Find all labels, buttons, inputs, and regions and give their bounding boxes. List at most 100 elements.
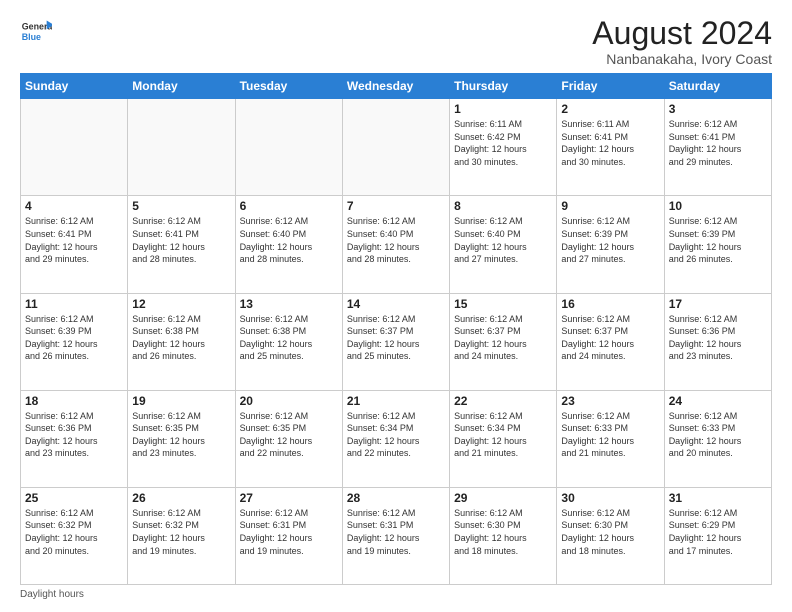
- day-number: 21: [347, 394, 445, 408]
- day-number: 3: [669, 102, 767, 116]
- table-row: 21 Sunrise: 6:12 AMSunset: 6:34 PMDayligh…: [342, 390, 449, 487]
- day-info: Sunrise: 6:12 AMSunset: 6:40 PMDaylight:…: [240, 215, 338, 265]
- day-number: 28: [347, 491, 445, 505]
- day-info: Sunrise: 6:12 AMSunset: 6:35 PMDaylight:…: [240, 410, 338, 460]
- header: General Blue General Blue August 2024 Na…: [20, 16, 772, 67]
- day-number: 9: [561, 199, 659, 213]
- table-row: 9 Sunrise: 6:12 AMSunset: 6:39 PMDaylight…: [557, 196, 664, 293]
- day-number: 7: [347, 199, 445, 213]
- svg-text:Blue: Blue: [22, 32, 41, 42]
- day-info: Sunrise: 6:12 AMSunset: 6:41 PMDaylight:…: [25, 215, 123, 265]
- calendar-header-row: Sunday Monday Tuesday Wednesday Thursday…: [21, 74, 772, 99]
- day-info: Sunrise: 6:12 AMSunset: 6:31 PMDaylight:…: [347, 507, 445, 557]
- table-row: [21, 99, 128, 196]
- day-number: 17: [669, 297, 767, 311]
- table-row: 10 Sunrise: 6:12 AMSunset: 6:39 PMDayligh…: [664, 196, 771, 293]
- table-row: 13 Sunrise: 6:12 AMSunset: 6:38 PMDayligh…: [235, 293, 342, 390]
- day-info: Sunrise: 6:12 AMSunset: 6:34 PMDaylight:…: [347, 410, 445, 460]
- day-info: Sunrise: 6:12 AMSunset: 6:30 PMDaylight:…: [561, 507, 659, 557]
- page: General Blue General Blue August 2024 Na…: [0, 0, 792, 612]
- day-info: Sunrise: 6:12 AMSunset: 6:39 PMDaylight:…: [25, 313, 123, 363]
- day-info: Sunrise: 6:12 AMSunset: 6:30 PMDaylight:…: [454, 507, 552, 557]
- day-number: 29: [454, 491, 552, 505]
- day-info: Sunrise: 6:12 AMSunset: 6:33 PMDaylight:…: [561, 410, 659, 460]
- day-info: Sunrise: 6:12 AMSunset: 6:41 PMDaylight:…: [132, 215, 230, 265]
- day-info: Sunrise: 6:12 AMSunset: 6:33 PMDaylight:…: [669, 410, 767, 460]
- subtitle: Nanbanakaha, Ivory Coast: [592, 51, 772, 67]
- table-row: [342, 99, 449, 196]
- day-number: 31: [669, 491, 767, 505]
- table-row: 14Sunrise: 6:12 AMSunset: 6:37 PMDayligh…: [342, 293, 449, 390]
- day-number: 11: [25, 297, 123, 311]
- day-info: Sunrise: 6:11 AMSunset: 6:42 PMDaylight:…: [454, 118, 552, 168]
- day-number: 13: [240, 297, 338, 311]
- day-info: Sunrise: 6:12 AMSunset: 6:39 PMDaylight:…: [669, 215, 767, 265]
- day-info: Sunrise: 6:12 AMSunset: 6:40 PMDaylight:…: [347, 215, 445, 265]
- logo: General Blue General Blue: [20, 16, 52, 48]
- col-friday: Friday: [557, 74, 664, 99]
- day-info: Sunrise: 6:12 AMSunset: 6:41 PMDaylight:…: [669, 118, 767, 168]
- table-row: [128, 99, 235, 196]
- calendar-week-row: 25 Sunrise: 6:12 AMSunset: 6:32 PMDayligh…: [21, 487, 772, 584]
- day-info: Sunrise: 6:12 AMSunset: 6:36 PMDaylight:…: [669, 313, 767, 363]
- day-number: 16: [561, 297, 659, 311]
- calendar-week-row: 4 Sunrise: 6:12 AMSunset: 6:41 PMDaylight…: [21, 196, 772, 293]
- table-row: 29 Sunrise: 6:12 AMSunset: 6:30 PMDayligh…: [450, 487, 557, 584]
- col-saturday: Saturday: [664, 74, 771, 99]
- col-thursday: Thursday: [450, 74, 557, 99]
- day-info: Sunrise: 6:12 AMSunset: 6:37 PMDaylight:…: [454, 313, 552, 363]
- table-row: 20 Sunrise: 6:12 AMSunset: 6:35 PMDayligh…: [235, 390, 342, 487]
- day-info: Sunrise: 6:12 AMSunset: 6:29 PMDaylight:…: [669, 507, 767, 557]
- day-info: Sunrise: 6:12 AMSunset: 6:32 PMDaylight:…: [25, 507, 123, 557]
- day-number: 18: [25, 394, 123, 408]
- table-row: 17 Sunrise: 6:12 AMSunset: 6:36 PMDayligh…: [664, 293, 771, 390]
- calendar-week-row: 11 Sunrise: 6:12 AMSunset: 6:39 PMDayligh…: [21, 293, 772, 390]
- day-info: Sunrise: 6:11 AMSunset: 6:41 PMDaylight:…: [561, 118, 659, 168]
- col-sunday: Sunday: [21, 74, 128, 99]
- day-number: 2: [561, 102, 659, 116]
- day-info: Sunrise: 6:12 AMSunset: 6:36 PMDaylight:…: [25, 410, 123, 460]
- table-row: 16 Sunrise: 6:12 AMSunset: 6:37 PMDayligh…: [557, 293, 664, 390]
- day-info: Sunrise: 6:12 AMSunset: 6:40 PMDaylight:…: [454, 215, 552, 265]
- day-number: 4: [25, 199, 123, 213]
- table-row: 30Sunrise: 6:12 AMSunset: 6:30 PMDayligh…: [557, 487, 664, 584]
- table-row: 27Sunrise: 6:12 AMSunset: 6:31 PMDayligh…: [235, 487, 342, 584]
- day-info: Sunrise: 6:12 AMSunset: 6:37 PMDaylight:…: [561, 313, 659, 363]
- table-row: 25 Sunrise: 6:12 AMSunset: 6:32 PMDayligh…: [21, 487, 128, 584]
- table-row: [235, 99, 342, 196]
- day-number: 5: [132, 199, 230, 213]
- day-number: 10: [669, 199, 767, 213]
- day-number: 25: [25, 491, 123, 505]
- day-number: 26: [132, 491, 230, 505]
- day-number: 23: [561, 394, 659, 408]
- table-row: 11 Sunrise: 6:12 AMSunset: 6:39 PMDayligh…: [21, 293, 128, 390]
- col-wednesday: Wednesday: [342, 74, 449, 99]
- table-row: 31 Sunrise: 6:12 AMSunset: 6:29 PMDayligh…: [664, 487, 771, 584]
- day-number: 8: [454, 199, 552, 213]
- day-number: 20: [240, 394, 338, 408]
- calendar-week-row: 18 Sunrise: 6:12 AMSunset: 6:36 PMDayligh…: [21, 390, 772, 487]
- day-info: Sunrise: 6:12 AMSunset: 6:38 PMDaylight:…: [240, 313, 338, 363]
- day-info: Sunrise: 6:12 AMSunset: 6:39 PMDaylight:…: [561, 215, 659, 265]
- day-info: Sunrise: 6:12 AMSunset: 6:35 PMDaylight:…: [132, 410, 230, 460]
- day-info: Sunrise: 6:12 AMSunset: 6:37 PMDaylight:…: [347, 313, 445, 363]
- col-tuesday: Tuesday: [235, 74, 342, 99]
- table-row: 23 Sunrise: 6:12 AMSunset: 6:33 PMDayligh…: [557, 390, 664, 487]
- table-row: 15Sunrise: 6:12 AMSunset: 6:37 PMDayligh…: [450, 293, 557, 390]
- table-row: 22 Sunrise: 6:12 AMSunset: 6:34 PMDayligh…: [450, 390, 557, 487]
- footer-note: Daylight hours: [20, 589, 772, 600]
- day-number: 12: [132, 297, 230, 311]
- table-row: 6 Sunrise: 6:12 AMSunset: 6:40 PMDaylight…: [235, 196, 342, 293]
- day-number: 27: [240, 491, 338, 505]
- col-monday: Monday: [128, 74, 235, 99]
- calendar-week-row: 1Sunrise: 6:11 AMSunset: 6:42 PMDaylight…: [21, 99, 772, 196]
- day-number: 22: [454, 394, 552, 408]
- main-title: August 2024: [592, 16, 772, 51]
- day-number: 6: [240, 199, 338, 213]
- table-row: 1Sunrise: 6:11 AMSunset: 6:42 PMDaylight…: [450, 99, 557, 196]
- table-row: 24Sunrise: 6:12 AMSunset: 6:33 PMDayligh…: [664, 390, 771, 487]
- calendar-table: Sunday Monday Tuesday Wednesday Thursday…: [20, 73, 772, 585]
- day-info: Sunrise: 6:12 AMSunset: 6:34 PMDaylight:…: [454, 410, 552, 460]
- title-block: August 2024 Nanbanakaha, Ivory Coast: [592, 16, 772, 67]
- table-row: 8 Sunrise: 6:12 AMSunset: 6:40 PMDaylight…: [450, 196, 557, 293]
